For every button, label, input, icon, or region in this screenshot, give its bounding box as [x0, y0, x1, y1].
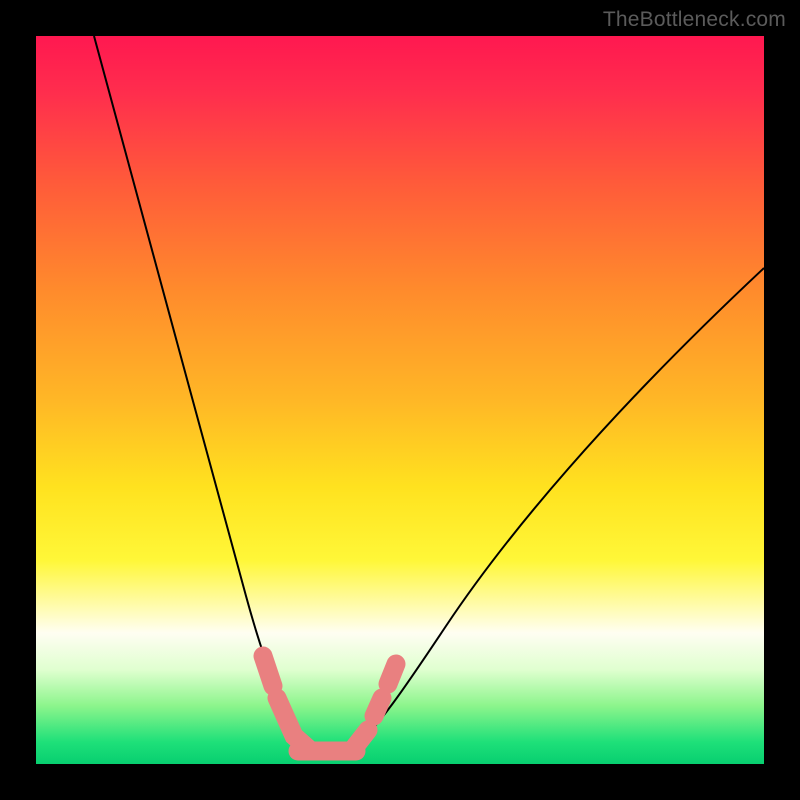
right-curve [350, 268, 764, 751]
watermark-text: TheBottleneck.com [603, 8, 786, 32]
valley-marker-left [263, 656, 311, 751]
curves-svg [36, 36, 764, 764]
left-curve [94, 36, 314, 751]
chart-container: TheBottleneck.com [0, 0, 800, 800]
plot-area [36, 36, 764, 764]
